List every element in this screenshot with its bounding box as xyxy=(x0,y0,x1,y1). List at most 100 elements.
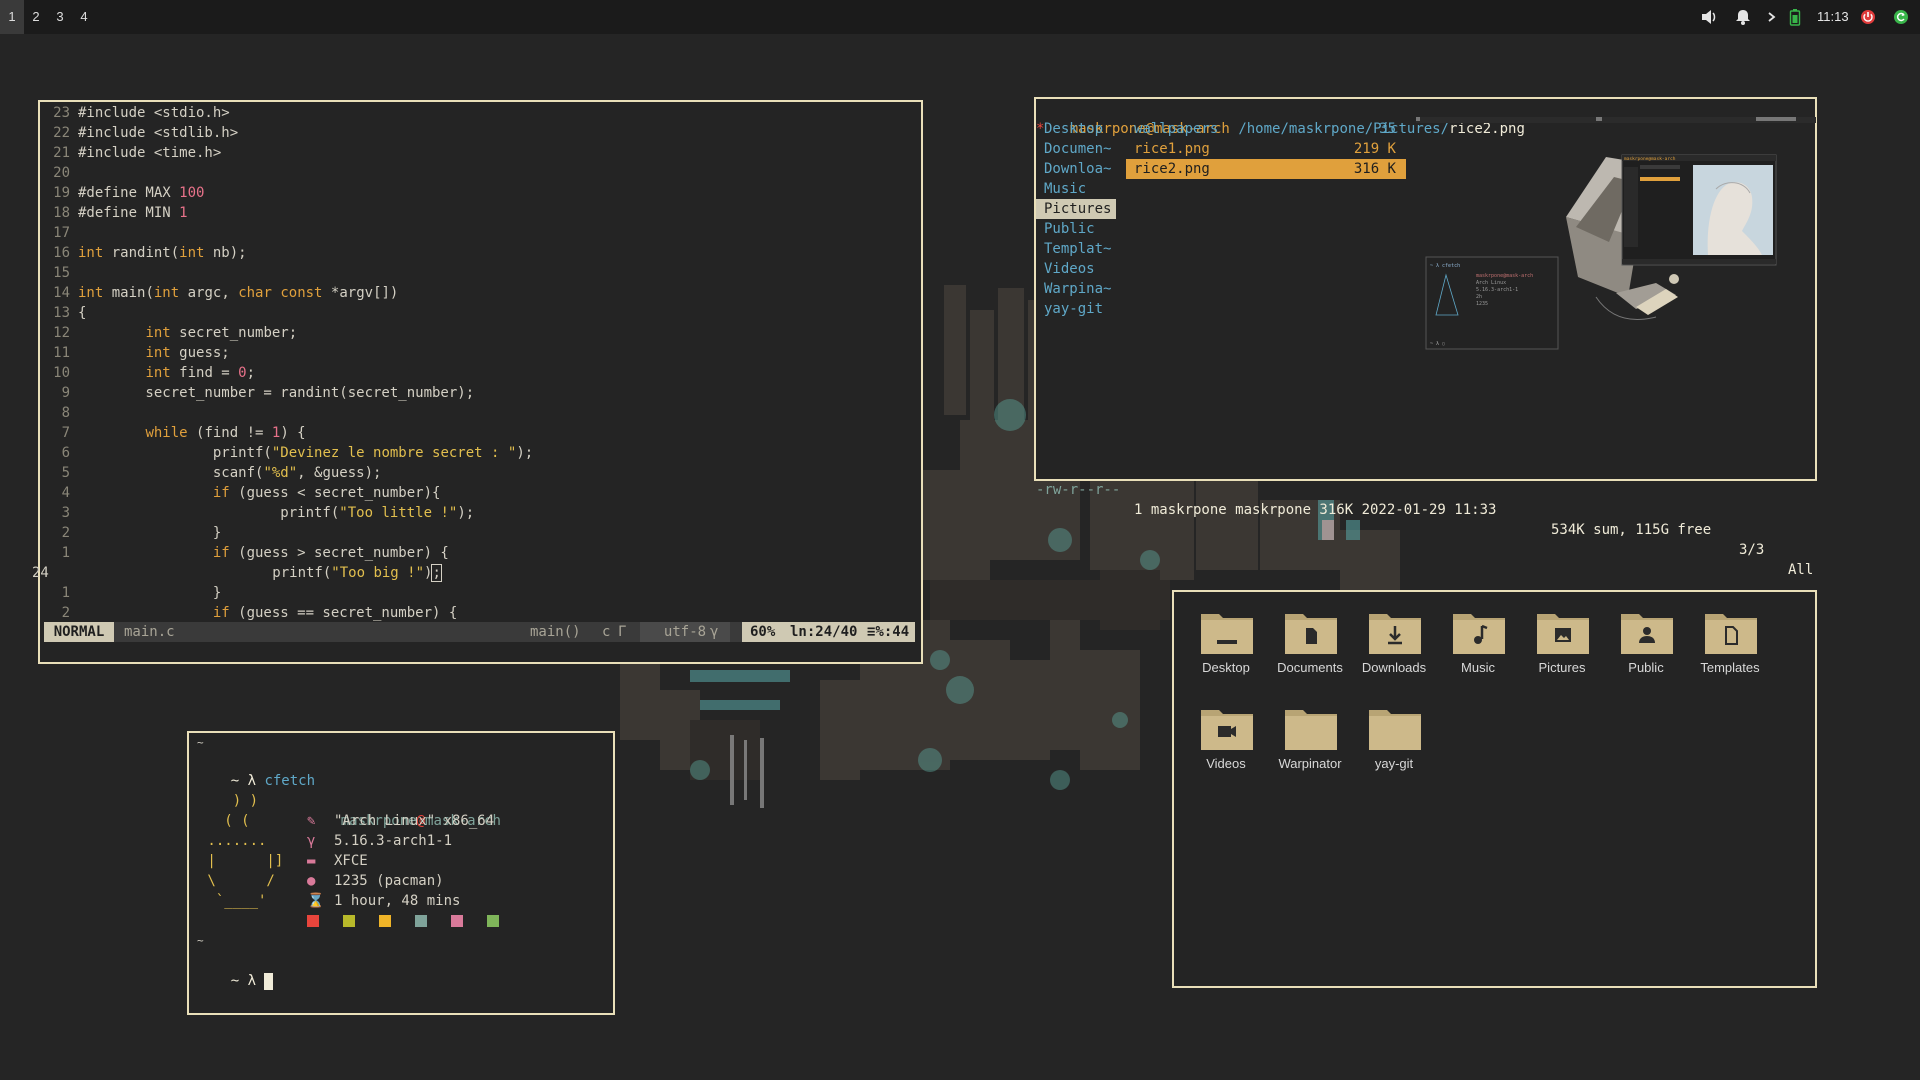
file-name: rice1.png xyxy=(1134,141,1210,157)
terminal-command: cfetch xyxy=(264,773,316,789)
code-line: 2 if (guess == secret_number) { xyxy=(40,603,458,623)
ascii-line: ....... xyxy=(199,833,267,849)
fetch-info-line: XFCE xyxy=(334,853,368,869)
filetype: c xyxy=(602,624,611,640)
ranger-file-item[interactable]: wallpapers 35 xyxy=(1126,119,1406,139)
folder-item[interactable]: Public xyxy=(1604,594,1688,688)
package-icon: ● xyxy=(307,873,316,889)
volume-icon[interactable] xyxy=(1700,0,1718,34)
code-line: 18 #define MIN 1 xyxy=(40,203,188,223)
workspace-1-button[interactable]: 1 xyxy=(0,0,24,34)
svg-text:~ λ ▯: ~ λ ▯ xyxy=(1430,341,1445,347)
top-panel: 1 2 3 4 11:13 xyxy=(0,0,1920,34)
power-icon[interactable] xyxy=(1860,0,1876,34)
ranger-dir-item[interactable]: Pictures xyxy=(1036,199,1116,219)
folder-item[interactable]: Desktop xyxy=(1184,594,1268,688)
ranger-dir-item[interactable]: yay-git xyxy=(1036,299,1116,319)
line-number: 23 xyxy=(53,105,70,121)
line-number: 2 xyxy=(61,525,70,541)
ranger-dir-item[interactable]: Public xyxy=(1036,219,1116,239)
workspace-2-button[interactable]: 2 xyxy=(24,0,48,34)
line-number: 1 xyxy=(61,545,70,561)
line-code: #include <stdio.h> xyxy=(78,105,230,121)
folder-label: Warpinator xyxy=(1278,756,1342,771)
folder-item[interactable]: Downloads xyxy=(1352,594,1436,688)
ranger-dir-item[interactable]: Videos xyxy=(1036,259,1116,279)
ascii-line: \ / xyxy=(199,873,275,889)
code-line: 20 xyxy=(40,163,78,183)
code-line: 3 printf("Too little !"); xyxy=(40,503,475,523)
ranger-file-item[interactable]: rice2.png 316 K xyxy=(1126,159,1406,179)
folder-label: Downloads xyxy=(1361,660,1427,675)
fetch-info-line: "Arch Linux" x86_64 xyxy=(334,813,495,829)
ranger-dir-item[interactable]: Templat~ xyxy=(1036,239,1116,259)
line-code: #define MAX 100 xyxy=(78,185,205,201)
bell-icon[interactable] xyxy=(1735,0,1751,34)
folder-item[interactable]: Documents xyxy=(1268,594,1352,688)
folder-item[interactable]: yay-git xyxy=(1352,690,1436,784)
terminal-prompt-2: ~ λ xyxy=(230,973,257,989)
line-number: 18 xyxy=(53,205,70,221)
line-code: if (guess > secret_number) { xyxy=(212,545,449,561)
code-line: 7 while (find != 1) { xyxy=(40,423,306,443)
folder-item[interactable]: Music xyxy=(1436,594,1520,688)
line-position: ln:24/40 xyxy=(790,624,858,640)
folder-item[interactable]: Templates xyxy=(1688,594,1772,688)
line-number: 21 xyxy=(53,145,70,161)
line-code: scanf("%d", &guess); xyxy=(78,465,382,481)
downloads-folder-icon xyxy=(1367,610,1423,656)
ranger-file-item[interactable]: rice1.png 219 K xyxy=(1126,139,1406,159)
image-preview: ~ λ cfetch maskrpone@mask-arch Arch Linu… xyxy=(1416,117,1816,350)
ranger-dir-item[interactable]: Documen~ xyxy=(1036,139,1116,159)
kernel-icon: γ xyxy=(307,833,316,849)
music-folder-icon xyxy=(1451,610,1507,656)
vim-editor-window[interactable]: 23 #include <stdio.h> 22 #include <stdlib.h… xyxy=(32,100,923,664)
code-line: 16 int randint(int nb); xyxy=(40,243,246,263)
tag-marker: * xyxy=(1036,121,1045,137)
terminal-window[interactable]: ~ ~ λ cfetch ) ) ( ( ....... | |] \ / `_… xyxy=(187,731,615,1015)
terminal-cursor xyxy=(264,972,274,990)
folder-item[interactable]: Pictures xyxy=(1520,594,1604,688)
line-code: #define MIN 1 xyxy=(78,205,188,221)
documents-folder-icon xyxy=(1283,610,1339,656)
code-line: 1 } xyxy=(40,583,222,603)
line-code: int secret_number; xyxy=(145,325,298,341)
code-line: 19 #define MAX 100 xyxy=(40,183,204,203)
folder-label: yay-git xyxy=(1374,756,1414,771)
code-line: 13 { xyxy=(40,303,86,323)
ascii-line: ( ( xyxy=(199,813,250,829)
public-folder-icon xyxy=(1619,610,1675,656)
file-browser-window[interactable]: Desktop Documents Downloads Music Pictures Pu… xyxy=(1172,590,1817,988)
chevron-right-icon[interactable] xyxy=(1766,0,1778,34)
code-line: 1 if (guess > secret_number) { xyxy=(40,543,449,563)
line-number: 24 xyxy=(32,565,49,581)
folder-item[interactable]: Warpinator xyxy=(1268,690,1352,784)
line-number: 5 xyxy=(61,465,70,481)
line-code: } xyxy=(78,585,222,601)
folder-label: Videos xyxy=(1206,756,1246,771)
workspace-4-button[interactable]: 4 xyxy=(72,0,96,34)
desktop-env-icon: ▬ xyxy=(307,853,316,869)
ranger-dir-item[interactable]: Warpina~ xyxy=(1036,279,1116,299)
battery-icon[interactable] xyxy=(1789,0,1801,34)
ranger-dir-item[interactable]: Music xyxy=(1036,179,1116,199)
line-code: { xyxy=(78,305,87,321)
terminal-prompt-line: ~ λ cfetch xyxy=(197,751,315,789)
code-line: 22 #include <stdlib.h> xyxy=(40,123,238,143)
clock: 11:13 xyxy=(1817,9,1849,24)
line-number: 17 xyxy=(53,225,70,241)
footer-sum: 534K sum, 115G free xyxy=(1551,522,1712,538)
folder-item[interactable]: Videos xyxy=(1184,690,1268,784)
ranger-dir-item[interactable]: Desktop xyxy=(1036,119,1116,139)
preview-fetch-uptime: 2h xyxy=(1476,294,1482,300)
desktop-folder-icon xyxy=(1199,610,1255,656)
file-size: 35 xyxy=(1379,121,1396,137)
workspace-3-button[interactable]: 3 xyxy=(48,0,72,34)
terminal-tilde-1: ~ xyxy=(197,736,204,749)
ranger-file-manager-window[interactable]: maskrpone@mask-arch /home/maskrpone/Pict… xyxy=(1034,97,1817,578)
file-name: wallpapers xyxy=(1134,121,1219,137)
ranger-dir-item[interactable]: Downloa~ xyxy=(1036,159,1116,179)
terminal-prompt-line-2[interactable]: ~ λ xyxy=(197,951,274,990)
line-code: if (guess == secret_number) { xyxy=(212,605,458,621)
update-icon[interactable] xyxy=(1893,0,1909,34)
